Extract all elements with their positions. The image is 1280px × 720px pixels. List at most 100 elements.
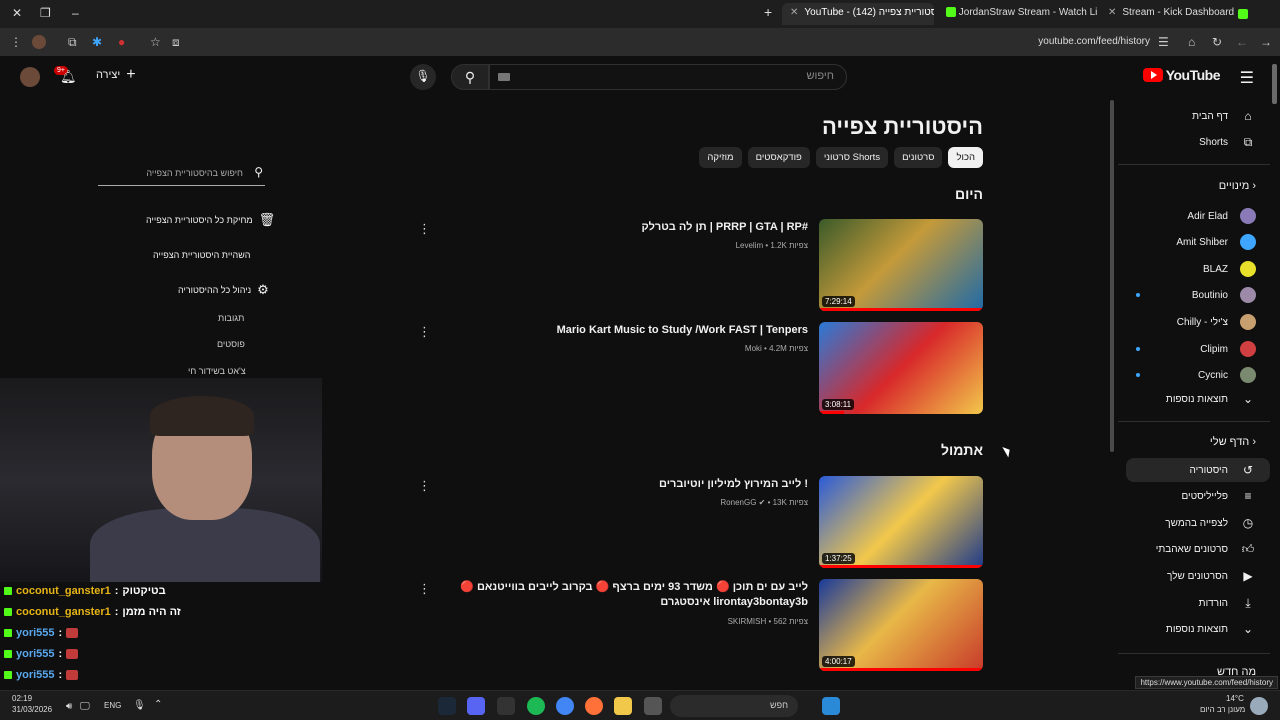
history-search-input[interactable]: ⚲ חיפוש בהיסטוריית הצפייה <box>98 162 265 186</box>
video-channel[interactable]: RonenGG <box>720 498 756 507</box>
bookmark-star-icon[interactable]: ☆ <box>150 35 161 49</box>
clock-date[interactable]: 31/03/2026 <box>12 705 52 714</box>
extensions-icon[interactable]: ⧉ <box>68 35 77 50</box>
live-chat-link[interactable]: צ'אט בשידור חי <box>188 366 246 376</box>
video-title[interactable]: לייב עם ים תוכן 🔴 משדר 93 ימים ברצף 🔴 בק… <box>438 580 808 610</box>
language-indicator[interactable]: ENG <box>104 701 121 710</box>
chrome-icon[interactable] <box>556 697 574 715</box>
sidebar-item-shorts[interactable]: ⧉ Shorts <box>1199 130 1256 154</box>
volume-icon[interactable]: 🔊︎ <box>66 701 72 712</box>
maximize-window-icon[interactable]: ❐ <box>40 6 51 20</box>
spotify-icon[interactable] <box>527 697 545 715</box>
extension-icon[interactable]: ● <box>118 35 125 49</box>
video-channel[interactable]: Moki <box>745 344 762 353</box>
reload-icon[interactable]: ↻ <box>1212 35 1222 49</box>
manage-history-button[interactable]: ⚙ ניהול כל ההיסטוריה <box>178 282 269 298</box>
posts-link[interactable]: פוסטים <box>217 339 245 349</box>
sidebar-item-download[interactable]: ⤓ הורדות <box>1199 591 1256 615</box>
tab-kick-dashboard[interactable]: ✕ Stream - Kick Dashboard <box>1100 3 1250 25</box>
clear-history-button[interactable]: 🗑︎ מחיקת כל היסטוריית הצפייה <box>146 212 275 228</box>
create-button[interactable]: יצירה + <box>96 66 136 84</box>
mic-button[interactable]: 🎙︎ <box>410 64 436 90</box>
sidebar-item-channel[interactable]: Adir Elad <box>1187 204 1256 228</box>
sidebar-item-home[interactable]: ⌂ דף הבית <box>1192 104 1256 128</box>
filter-chip[interactable]: מוזיקה <box>699 147 742 168</box>
pause-history-button[interactable]: השהיית היסטוריית הצפייה <box>153 250 251 260</box>
close-tab-icon[interactable]: ✕ <box>1108 7 1116 18</box>
more-actions-icon[interactable]: ⋮ <box>418 324 431 340</box>
menu-dots-icon[interactable]: ⋮ <box>10 35 22 49</box>
back-icon[interactable]: → <box>1260 35 1272 49</box>
new-tab-icon[interactable]: + <box>764 4 772 20</box>
page-scrollbar[interactable] <box>1272 64 1277 104</box>
extension-icon[interactable]: ✱ <box>92 35 102 49</box>
video-thumbnail[interactable]: 7:29:14 <box>819 219 983 311</box>
forward-icon[interactable]: ← <box>1236 35 1248 49</box>
close-tab-icon[interactable]: ✕ <box>790 7 798 18</box>
weather-desc[interactable]: מעונן רב היום <box>1200 705 1245 714</box>
more-actions-icon[interactable]: ⋮ <box>418 221 431 237</box>
video-thumbnail[interactable]: 1:37:25 <box>819 476 983 568</box>
hamburger-menu-icon[interactable]: ☰ <box>1240 68 1254 88</box>
obs-icon[interactable] <box>497 697 515 715</box>
sidebar-item-video[interactable]: ▶ הסרטונים שלך <box>1167 564 1256 588</box>
sidebar-item-like[interactable]: 👍︎ סרטונים שאהבתי <box>1156 537 1256 561</box>
show-more-button[interactable]: ⌄ תוצאות נוספות <box>1166 387 1256 411</box>
filter-chip[interactable]: סרטונים <box>894 147 943 168</box>
profile-icon[interactable] <box>32 35 46 49</box>
youtube-logo[interactable]: YouTube <box>1142 67 1221 83</box>
home-icon[interactable]: ⌂ <box>1188 35 1195 49</box>
filter-chip[interactable]: סרטוני Shorts <box>815 147 889 168</box>
clock-time[interactable]: 02:19 <box>12 694 32 703</box>
filter-chip[interactable]: פודקאסטים <box>747 147 810 168</box>
discord-icon[interactable] <box>467 697 485 715</box>
network-icon[interactable]: 🖵 <box>80 701 90 712</box>
tab-youtube-history[interactable]: ✕ YouTube - היסטוריית צפייה (142) <box>782 3 934 25</box>
subscriptions-header[interactable]: מינויים › <box>1219 180 1256 192</box>
sidebar-item-channel[interactable]: Boutinio <box>1192 283 1256 307</box>
video-title[interactable]: לייב המירוץ למיליון יוטיוברים ! <box>438 477 808 492</box>
app-icon[interactable] <box>644 697 662 715</box>
mic-tray-icon[interactable]: 🎙︎ <box>133 700 146 711</box>
video-channel[interactable]: Levelim <box>736 241 764 250</box>
search-button[interactable]: ⚲ <box>451 64 489 90</box>
site-settings-icon[interactable]: ☰ <box>1158 35 1169 49</box>
sidebar-item-channel[interactable]: Cycnic <box>1198 363 1256 387</box>
feed-scrollbar[interactable] <box>1110 100 1114 452</box>
sidebar-item-channel[interactable]: Chilly - צ'ילי <box>1177 310 1256 334</box>
keyboard-icon[interactable] <box>498 73 510 81</box>
video-title[interactable]: Mario Kart Music to Study /Work FAST | T… <box>438 323 808 338</box>
sidebar-item-channel[interactable]: Amit Shiber <box>1176 230 1256 254</box>
sidebar-item-history[interactable]: ↺ היסטוריה <box>1126 458 1270 482</box>
filter-chip[interactable]: הכול <box>948 147 983 168</box>
taskbar-search[interactable]: חפש <box>670 695 798 717</box>
show-more-button[interactable]: ⌄ תוצאות נוספות <box>1166 617 1256 641</box>
sidebar-item-channel[interactable]: BLAZ <box>1203 257 1256 281</box>
video-item[interactable]: 7:29:14 תן לה בטרלק | PRRP | GTA | RP# Lev… <box>418 219 983 311</box>
tray-chevron-icon[interactable]: ⌃ <box>154 699 162 710</box>
comments-link[interactable]: תגובות <box>218 313 244 323</box>
sidebar-item-clock[interactable]: ◷ לצפייה בהמשך <box>1165 511 1256 535</box>
video-thumbnail[interactable]: 3:08:11 <box>819 322 983 414</box>
avatar[interactable] <box>20 67 40 87</box>
video-item[interactable]: 3:08:11 Mario Kart Music to Study /Work F… <box>418 322 983 414</box>
tab-kick-stream[interactable]: JordanStraw Stream - Watch Li <box>938 3 1098 25</box>
url-field[interactable]: youtube.com/feed/history <box>1038 36 1150 47</box>
video-item[interactable]: 1:37:25 לייב המירוץ למיליון יוטיוברים ! Ro… <box>418 476 983 568</box>
windows-start-icon[interactable] <box>822 697 840 715</box>
close-window-icon[interactable]: ✕ <box>12 6 22 20</box>
firefox-icon[interactable] <box>585 697 603 715</box>
video-channel[interactable]: SKIRMISH <box>728 617 767 626</box>
minimize-window-icon[interactable]: – <box>72 6 79 20</box>
file-explorer-icon[interactable] <box>614 697 632 715</box>
search-input[interactable]: חיפוש <box>489 64 847 90</box>
you-header[interactable]: הדף שלי › <box>1210 436 1256 448</box>
more-actions-icon[interactable]: ⋮ <box>418 478 431 494</box>
steam-icon[interactable] <box>438 697 456 715</box>
sidebar-item-channel[interactable]: Clipim <box>1200 337 1256 361</box>
video-item[interactable]: 4:00:17 לייב עם ים תוכן 🔴 משדר 93 ימים בר… <box>418 579 983 671</box>
install-app-icon[interactable]: ⧈ <box>172 35 180 50</box>
weather-icon[interactable] <box>1250 697 1268 715</box>
weather-temp[interactable]: 14°C <box>1226 694 1244 703</box>
video-thumbnail[interactable]: 4:00:17 <box>819 579 983 671</box>
